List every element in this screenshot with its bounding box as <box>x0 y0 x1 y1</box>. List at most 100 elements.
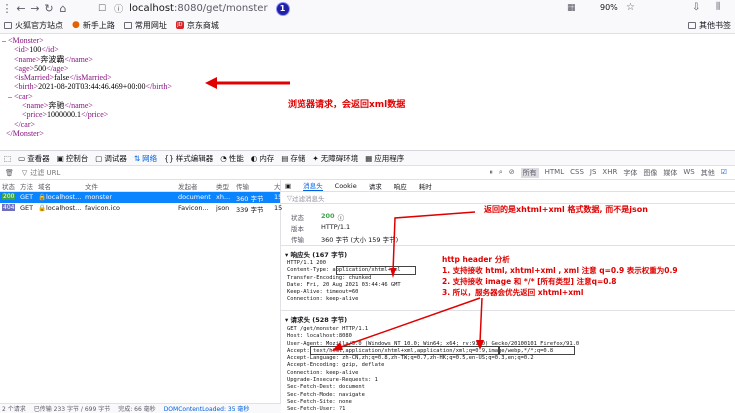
filter-all[interactable]: 所有 <box>520 168 539 178</box>
lock-icon: 🔒 <box>38 193 47 201</box>
menu-icon[interactable]: ⋮ <box>0 2 14 16</box>
filter-js[interactable]: JS <box>590 168 597 178</box>
step-badge: 1 <box>275 1 290 16</box>
tab-timings[interactable]: 耗时 <box>419 181 432 191</box>
accessibility-icon: ✦ <box>312 153 319 163</box>
zoom-level[interactable]: 90% <box>600 3 618 12</box>
filter-html[interactable]: HTML <box>545 168 564 178</box>
tab-headers[interactable]: 消息头 <box>303 180 323 191</box>
filter-xhr[interactable]: XHR <box>602 168 617 178</box>
qr-icon[interactable]: ▦ <box>567 3 576 13</box>
tab-application[interactable]: ▦ 应用程序 <box>365 153 404 164</box>
filter-url-input[interactable] <box>30 168 151 177</box>
memory-icon: ◐ <box>250 153 258 163</box>
xml-value: 500 <box>34 63 47 73</box>
xml-value: false <box>54 73 70 83</box>
xml-tag: <Monster> <box>8 36 44 45</box>
bookmark-item[interactable]: 常用网址 <box>123 20 167 31</box>
filter-other[interactable]: 其他 <box>701 168 715 178</box>
tab-style-editor[interactable]: {} 样式编辑器 <box>164 153 213 164</box>
devtools-tabbar: ⬚ ▭ 查看器 ▣ 控制台 ▢ 调试器 ⇅ 网络 {} 样式编辑器 ◔ 性能 ◐ 内存 ▤ 存储… <box>0 150 735 166</box>
version-row: 版本 HTTP/1.1 <box>291 223 351 233</box>
response-headers-title[interactable]: ▾ 响应头 (167 字节) <box>285 249 347 259</box>
other-bookmarks[interactable]: 其他书签 <box>688 20 731 31</box>
reload-icon[interactable]: ↻ <box>42 2 56 16</box>
column-header[interactable]: 方法 <box>20 181 33 191</box>
filter-css[interactable]: CSS <box>570 168 584 178</box>
tab-cookie[interactable]: Cookie <box>335 182 357 190</box>
storage-icon: ▤ <box>281 153 289 163</box>
tab-storage[interactable]: ▤ 存储 <box>281 153 305 164</box>
back-icon[interactable]: ← <box>14 2 28 16</box>
tab-accessibility[interactable]: ✦ 无障碍环境 <box>312 153 358 164</box>
console-icon: ▣ <box>56 153 64 163</box>
tab-network[interactable]: ⇅ 网络 <box>134 153 157 164</box>
tab-performance[interactable]: ◔ 性能 <box>220 153 244 164</box>
help-icon[interactable]: ⓘ <box>338 212 345 222</box>
shield-icon[interactable]: ☐ <box>98 4 106 14</box>
column-header[interactable]: 大 <box>274 181 281 191</box>
column-header[interactable]: 传输 <box>236 181 249 191</box>
annotation-browser-request: 浏览器请求，会返回xml数据 <box>288 100 406 110</box>
firefox-icon: ● <box>72 20 80 30</box>
xml-value: 奔驰 <box>48 101 65 111</box>
xml-value: 奔波霸 <box>40 54 65 64</box>
home-icon[interactable]: ⌂ <box>56 2 70 16</box>
annotation-point-1: 1. 支持接收 html, xhtml+xml , xml 注意 q=0.9 表… <box>442 266 678 275</box>
url-path: :8080/get/monster <box>173 3 268 14</box>
pause-icon[interactable]: ⏸ <box>489 168 493 178</box>
lock-icon: 🔒 <box>38 204 47 212</box>
panel-toggle-icon[interactable]: ▣ <box>285 182 291 190</box>
annotation-header-title: http header 分析 <box>442 255 510 264</box>
xml-value: 100 <box>29 45 42 55</box>
trash-icon[interactable]: 🗑 <box>5 169 14 177</box>
column-header[interactable]: 类型 <box>216 181 229 191</box>
pick-element-icon[interactable]: ⬚ <box>4 154 11 163</box>
status-row: 状态 200 ⓘ <box>291 212 345 222</box>
address-bar[interactable]: ☐ ⓘ localhost:8080/get/monster 1 <box>98 1 638 16</box>
folder-icon <box>688 21 696 29</box>
tab-request[interactable]: 请求 <box>369 181 382 191</box>
headers-filter[interactable]: ▽ 过滤消息头 <box>281 192 735 204</box>
debugger-icon: ▢ <box>95 153 103 163</box>
bookmark-item[interactable]: ● 新手上路 <box>72 20 115 31</box>
inspector-icon: ▭ <box>18 153 26 163</box>
column-header[interactable]: 文件 <box>85 181 98 191</box>
column-header[interactable]: 发起者 <box>178 181 198 191</box>
braces-icon: {} <box>164 153 174 163</box>
annotation-arrow <box>205 77 290 89</box>
page-info-icon[interactable]: ⓘ <box>114 2 123 15</box>
annotation-returns: 返回的是xhtml+xml 格式数据, 而不是json <box>484 205 649 214</box>
filter-media[interactable]: 媒体 <box>663 168 677 178</box>
block-icon[interactable]: ⊘ <box>509 168 515 178</box>
download-icon[interactable]: ⇩ <box>692 2 700 13</box>
library-icon[interactable]: ⫼ <box>716 2 720 12</box>
tab-response[interactable]: 响应 <box>394 181 407 191</box>
table-row[interactable]: 404 GET 🔒 localhost... favicon.ico Favic… <box>0 203 282 214</box>
xml-document: – <Monster> <id>100</id> <name>奔波霸</name… <box>2 36 172 138</box>
column-header[interactable]: 域名 <box>38 181 51 191</box>
bookmarks-toolbar: 火狐官方站点 ● 新手上路 常用网址 JD 京东商城 其他书签 <box>0 17 735 34</box>
filter-ws[interactable]: WS <box>683 168 694 178</box>
transfer-row: 传输 360 字节 (大小 159 字节) <box>291 236 399 244</box>
table-row[interactable]: 200 GET 🔒 localhost... monster document … <box>0 192 282 203</box>
forward-icon[interactable]: → <box>28 2 42 16</box>
performance-icon: ◔ <box>220 153 227 163</box>
tab-console[interactable]: ▣ 控制台 <box>57 153 89 164</box>
tab-memory[interactable]: ◐ 内存 <box>251 153 275 164</box>
column-header[interactable]: 状态 <box>2 181 15 191</box>
search-icon[interactable]: ⌕ <box>499 168 503 178</box>
bookmark-item[interactable]: JD 京东商城 <box>175 20 219 31</box>
request-summary: 2 个请求 已传输 233 字节 / 699 字节 完成: 66 毫秒 DOMC… <box>0 403 281 413</box>
type-filters: ⏸ ⌕ ⊘ 所有 HTML CSS JS XHR 字体 图像 媒体 WS 其他 … <box>489 168 727 178</box>
bookmark-item[interactable]: 火狐官方站点 <box>4 20 63 31</box>
checkbox-icon[interactable]: ☑ <box>721 168 727 178</box>
bookmark-star-icon[interactable]: ☆ <box>626 2 635 13</box>
tab-debugger[interactable]: ▢ 调试器 <box>95 153 127 164</box>
tab-inspector[interactable]: ▭ 查看器 <box>18 153 50 164</box>
xml-value: 2021-08-20T03:44:46.469+00:00 <box>38 82 146 92</box>
filter-fonts[interactable]: 字体 <box>623 168 637 178</box>
filter-images[interactable]: 图像 <box>643 168 657 178</box>
url-text[interactable]: localhost:8080/get/monster <box>129 3 267 14</box>
application-icon: ▦ <box>365 153 373 163</box>
